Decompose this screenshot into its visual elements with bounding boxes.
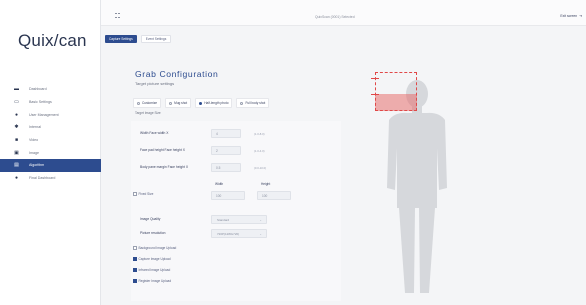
- radio-full-body-shot[interactable]: Full body shot: [236, 98, 270, 108]
- sidebar-item-label: Video: [29, 138, 39, 143]
- sidebar-item-user-management[interactable]: ● User Management: [0, 108, 101, 121]
- checkbox-label: Infrared Image Upload: [138, 268, 171, 272]
- sidebar-item-video[interactable]: ■ Video: [0, 134, 101, 147]
- fixed-height-input[interactable]: 100: [257, 191, 291, 200]
- fixed-height-header: Height: [261, 182, 271, 186]
- picture-resolution-label: Picture resolution: [140, 231, 166, 235]
- face-pad-height-input[interactable]: 2: [211, 146, 241, 155]
- fixed-size-label: Fixed Size: [138, 192, 154, 196]
- radio-label: Full body shot: [245, 101, 266, 105]
- page-title: Grab Configuration: [135, 69, 219, 79]
- shot-type-radio-group: Customize Mug shot Half-length photo Full b…: [133, 98, 270, 108]
- algorithm-icon: ▤: [14, 162, 19, 169]
- target-size-label: Target Image Size: [135, 111, 161, 115]
- upload-checkbox-infrared[interactable]: Infrared Image Upload: [133, 268, 170, 272]
- logo-text-left: Quix: [18, 31, 54, 50]
- radio-label: Half-length photo: [204, 101, 229, 105]
- picture-resolution-select[interactable]: 720P(1280x720) ⌄: [211, 229, 267, 238]
- brand-logo: Quix/can: [18, 31, 87, 51]
- fixed-size-checkbox[interactable]: Fixed Size: [133, 192, 153, 196]
- monitor-icon: ▭: [14, 99, 19, 106]
- sidebar-item-algorithm[interactable]: ▤ Algorithm: [0, 159, 101, 172]
- image-quality-select[interactable]: Standard ⌄: [211, 215, 267, 224]
- device-selector[interactable]: QuixScan (0001) Selected: [315, 15, 355, 19]
- checkbox-label: Capture Image Upload: [138, 257, 171, 261]
- form-section: Width Face width X 4 (1.0-8.0) Face pad …: [131, 121, 341, 301]
- checkbox-box: [133, 246, 137, 250]
- sidebar-nav: ▬ Dashboard ▭ Basic Settings ● User Managemen…: [0, 83, 101, 185]
- sidebar-item-label: Algorithm: [29, 163, 45, 168]
- face-pad-height-label: Face pad height Face height X: [140, 148, 185, 152]
- tab-event-settings[interactable]: Event Settings: [140, 35, 172, 43]
- frame-marker-top: [371, 78, 379, 79]
- body-pane-margin-label: Body pane margin Face height X: [140, 165, 189, 169]
- image-quality-label: Image Quality: [140, 217, 161, 221]
- frame-marker-middle: [371, 94, 379, 95]
- grab-configuration-panel: Grab Configuration Target picture settin…: [101, 50, 586, 305]
- sidebar-item-label: Basic Settings: [29, 100, 52, 105]
- sidebar-item-dashboard[interactable]: ▬ Dashboard: [0, 83, 101, 96]
- picture-resolution-value: 720P(1280x720): [217, 231, 240, 236]
- image-icon: ▣: [14, 149, 19, 156]
- top-bar: QuixScan (0001) Selected Exit screen ⇥: [101, 0, 586, 26]
- checkbox-label: Background Image Upload: [138, 246, 177, 250]
- tab-capture-settings[interactable]: Capture Settings: [105, 35, 137, 43]
- face-pad-height-hint: (1.0-4.0): [254, 149, 265, 153]
- gear-icon: ✱: [14, 124, 19, 131]
- checkbox-box: [133, 268, 137, 272]
- body-pane-margin-input[interactable]: 0.5: [211, 163, 241, 172]
- sidebar-item-final-dashboard[interactable]: ● Final Dashboard: [0, 172, 101, 185]
- width-hint: (1.0-8.0): [254, 132, 265, 136]
- fixed-width-input[interactable]: 100: [211, 191, 245, 200]
- exit-screen-label: Exit screen: [560, 14, 578, 18]
- radio-label: Mug shot: [174, 101, 188, 105]
- sidebar-item-label: Internal: [29, 125, 41, 130]
- circle-icon: ●: [14, 175, 19, 182]
- sidebar: Quix/can ▬ Dashboard ▭ Basic Settings ● User …: [0, 0, 101, 305]
- fixed-width-header: Width: [215, 182, 224, 186]
- sidebar-item-label: Final Dashboard: [29, 176, 56, 181]
- checkbox-label: Register Image Upload: [138, 279, 172, 283]
- checkbox-box: [133, 279, 137, 283]
- video-icon: ■: [14, 137, 19, 144]
- chevron-down-icon: ⌄: [259, 232, 262, 236]
- radio-dot: [240, 101, 244, 105]
- checkbox-box: [133, 257, 137, 261]
- sidebar-item-image[interactable]: ▣ Image: [0, 146, 101, 159]
- settings-tabs: Capture Settings Event Settings: [105, 35, 172, 43]
- fixed-size-checkbox-box: [133, 192, 137, 196]
- body-pane-margin-hint: (0.0-10.0): [254, 166, 267, 170]
- page-subtitle: Target picture settings: [135, 81, 175, 86]
- capture-region-frame[interactable]: [375, 72, 417, 111]
- radio-dot: [199, 101, 203, 105]
- sidebar-item-label: Dashboard: [29, 87, 47, 92]
- width-input[interactable]: 4: [211, 129, 241, 138]
- dashboard-icon: ▬: [14, 86, 19, 93]
- sidebar-item-label: User Management: [29, 112, 59, 117]
- exit-screen-button[interactable]: Exit screen ⇥: [560, 14, 582, 18]
- upload-checkbox-background[interactable]: Background Image Upload: [133, 246, 176, 250]
- width-field-label: Width Face width X: [140, 131, 169, 135]
- user-icon: ●: [14, 111, 19, 118]
- radio-dot: [137, 101, 140, 105]
- exit-icon: ⇥: [579, 14, 582, 18]
- radio-half-length-photo[interactable]: Half-length photo: [195, 98, 233, 108]
- sidebar-item-internal[interactable]: ✱ Internal: [0, 121, 101, 134]
- radio-label: Customize: [142, 101, 158, 105]
- radio-dot: [169, 101, 173, 105]
- sidebar-item-label: Image: [29, 150, 39, 155]
- image-quality-value: Standard: [217, 217, 230, 222]
- radio-customize[interactable]: Customize: [133, 98, 162, 108]
- menu-grid-icon[interactable]: [115, 13, 120, 19]
- upload-checkbox-register[interactable]: Register Image Upload: [133, 279, 171, 283]
- sidebar-item-basic-settings[interactable]: ▭ Basic Settings: [0, 96, 101, 109]
- chevron-down-icon: ⌄: [259, 218, 262, 222]
- logo-text-right: can: [58, 31, 87, 50]
- upload-checkbox-capture[interactable]: Capture Image Upload: [133, 257, 171, 261]
- radio-mug-shot[interactable]: Mug shot: [165, 98, 192, 108]
